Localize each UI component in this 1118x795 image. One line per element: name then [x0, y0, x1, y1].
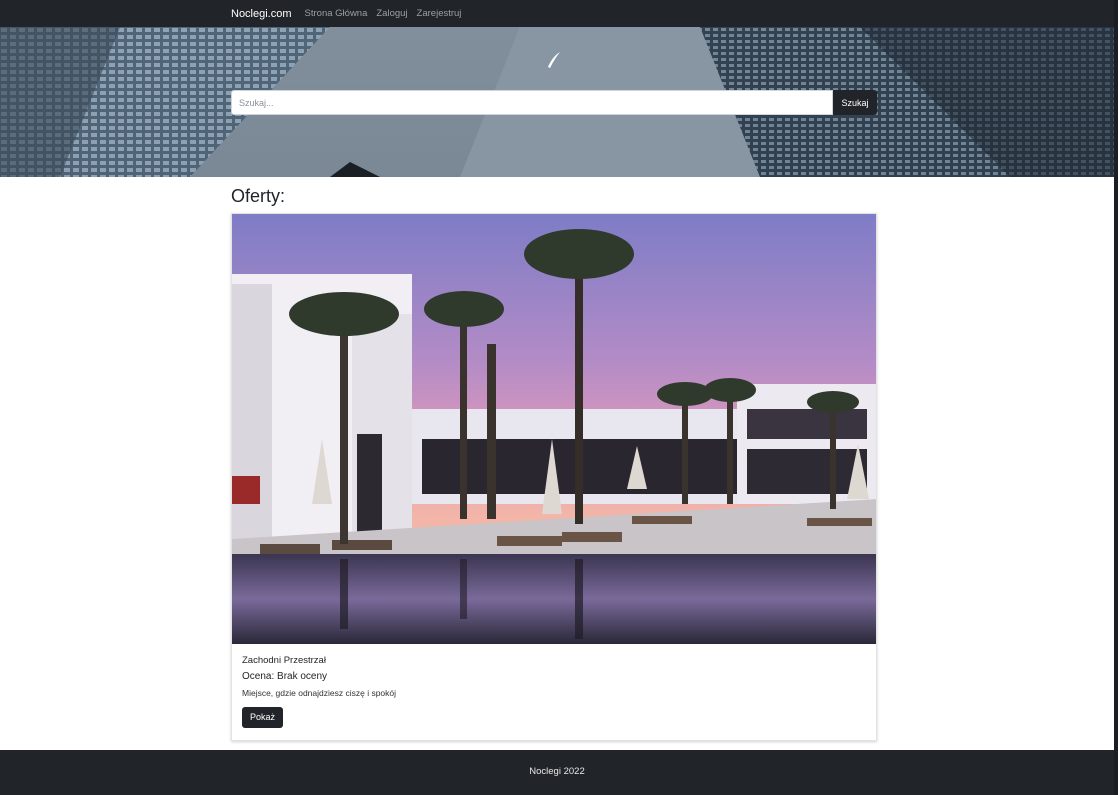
footer-text: Noclegi 2022 [529, 766, 585, 777]
search-form: Szukaj [231, 90, 877, 115]
brand-link[interactable]: Noclegi.com [231, 8, 292, 20]
footer: Noclegi 2022 [0, 750, 1114, 795]
search-button[interactable]: Szukaj [833, 90, 877, 115]
navbar-menu: Noclegi.com Strona Główna Zaloguj Zareje… [231, 0, 470, 27]
hero-banner: Szukaj [0, 27, 1114, 177]
window-edge [1114, 0, 1118, 795]
nav-link-login[interactable]: Zaloguj [376, 8, 407, 19]
offer-card-body: Zachodni Przestrzał Ocena: Brak oceny Mi… [242, 655, 396, 728]
offer-description: Miejsce, gdzie odnajdziesz ciszę i spokó… [242, 688, 397, 698]
offer-rating: Ocena: Brak oceny [242, 671, 328, 682]
feather-icon [548, 52, 560, 68]
offer-card: Zachodni Przestrzał Ocena: Brak oceny Mi… [231, 213, 877, 741]
show-offer-button[interactable]: Pokaż [242, 707, 284, 728]
nav-link-home[interactable]: Strona Główna [305, 8, 368, 19]
search-input[interactable] [231, 90, 833, 115]
offer-title: Zachodni Przestrzał [242, 655, 326, 666]
nav-link-register[interactable]: Zarejestruj [417, 8, 462, 19]
offers-heading: Oferty: [231, 186, 286, 206]
navbar: Noclegi.com Strona Główna Zaloguj Zareje… [0, 0, 1114, 27]
offer-image [232, 214, 876, 644]
